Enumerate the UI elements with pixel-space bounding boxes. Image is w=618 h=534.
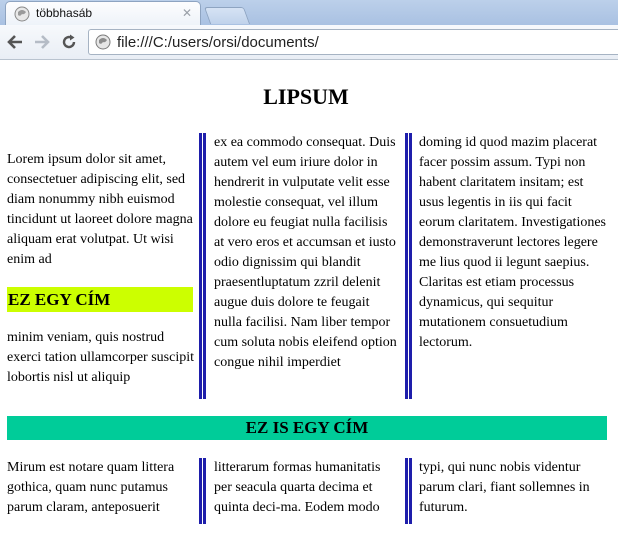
tab-title: többhasáb xyxy=(36,6,93,20)
section2-column-1: Mirum est notare quam littera gothica, q… xyxy=(7,458,195,524)
section1-column-3: doming id quod mazim placerat facer poss… xyxy=(419,133,609,399)
section2-col2-text: litterarum formas humanitatis per seacul… xyxy=(214,460,381,515)
section1-column-2: ex ea commodo consequat. Duis autem vel … xyxy=(214,133,400,399)
forward-arrow-icon[interactable] xyxy=(33,33,51,51)
tab-strip: többhasáb ✕ xyxy=(0,0,618,25)
page-content: LIPSUM Lorem ipsum dolor sit amet, conse… xyxy=(0,61,618,534)
column-rule-3 xyxy=(199,458,206,524)
page-icon xyxy=(95,34,111,50)
reload-icon[interactable] xyxy=(60,33,78,51)
back-arrow-icon[interactable] xyxy=(6,33,24,51)
section1-col3-text: doming id quod mazim placerat facer poss… xyxy=(419,135,606,350)
section1-column-1: Lorem ipsum dolor sit amet, consectetuer… xyxy=(7,150,195,398)
section2-heading: EZ IS EGY CÍM xyxy=(7,416,607,440)
page-title: LIPSUM xyxy=(263,84,349,109)
section1-col2-text: ex ea commodo consequat. Duis autem vel … xyxy=(214,135,397,370)
section2-col1-text: Mirum est notare quam littera gothica, q… xyxy=(7,460,175,515)
section2-column-2: litterarum formas humanitatis per seacul… xyxy=(214,458,400,524)
column-rule-1 xyxy=(199,133,206,399)
new-tab-button[interactable] xyxy=(203,7,251,24)
url-text[interactable]: file:///C:/users/orsi/documents/ xyxy=(117,34,319,51)
section1-col1-bottom-text: minim veniam, quis nostrud exerci tation… xyxy=(7,330,194,385)
section2-column-3: typi, qui nunc nobis videntur parum clar… xyxy=(419,458,609,524)
section1-heading: EZ EGY CÍM xyxy=(7,287,193,312)
section2-col3-text: typi, qui nunc nobis videntur parum clar… xyxy=(419,460,590,515)
column-rule-2 xyxy=(405,133,412,399)
column-rule-4 xyxy=(405,458,412,524)
section1-col1-top-text: Lorem ipsum dolor sit amet, consectetuer… xyxy=(7,152,193,267)
page-favicon-icon xyxy=(14,6,30,22)
tab-close-icon[interactable]: ✕ xyxy=(182,5,192,21)
browser-toolbar: file:///C:/users/orsi/documents/ xyxy=(0,25,618,60)
browser-tab[interactable]: többhasáb ✕ xyxy=(5,1,201,25)
address-bar[interactable]: file:///C:/users/orsi/documents/ xyxy=(88,29,618,55)
